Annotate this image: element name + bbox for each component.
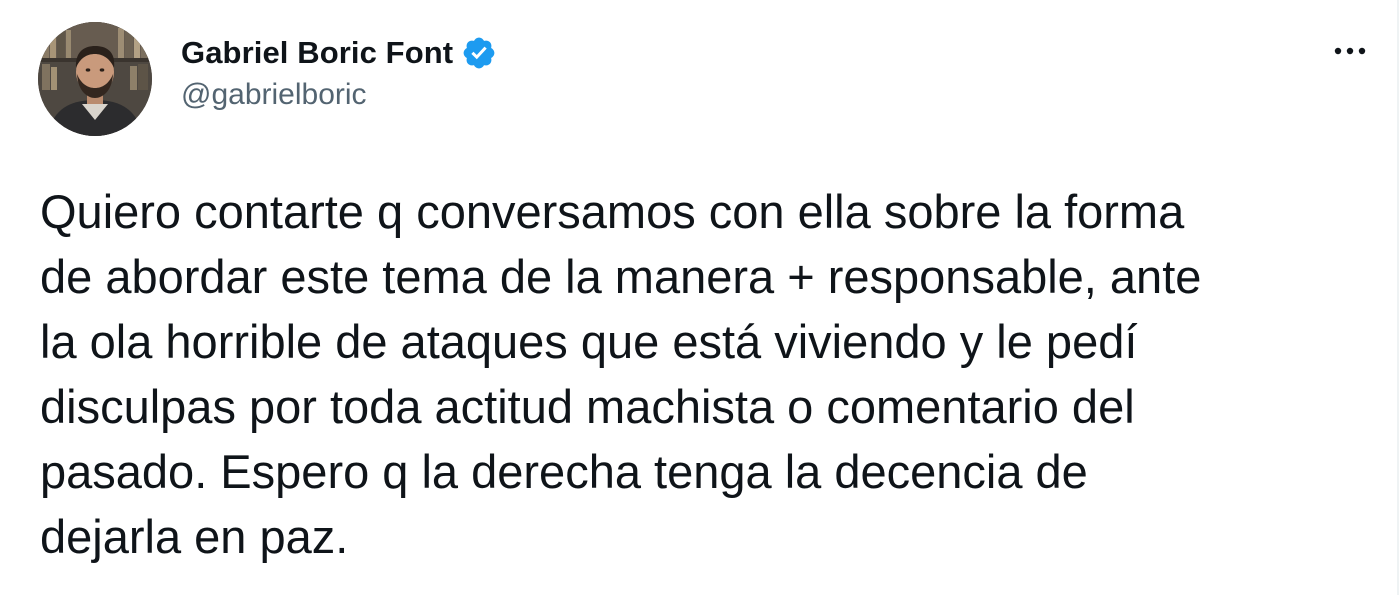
author-handle[interactable]: @gabrielboric — [181, 78, 497, 112]
author-display-name[interactable]: Gabriel Boric Font — [181, 35, 453, 71]
author-name-row: Gabriel Boric Font — [181, 30, 497, 76]
more-options-icon[interactable] — [1330, 36, 1370, 66]
profile-photo-image — [38, 22, 152, 136]
tweet-text: Quiero contarte q conversamos con ella s… — [40, 185, 1202, 563]
author-avatar[interactable] — [38, 22, 152, 136]
author-block: Gabriel Boric Font @gabrielboric — [181, 30, 497, 112]
verified-badge-icon — [461, 35, 497, 71]
tweet-card: Gabriel Boric Font @gabrielboric Quiero … — [0, 0, 1399, 595]
